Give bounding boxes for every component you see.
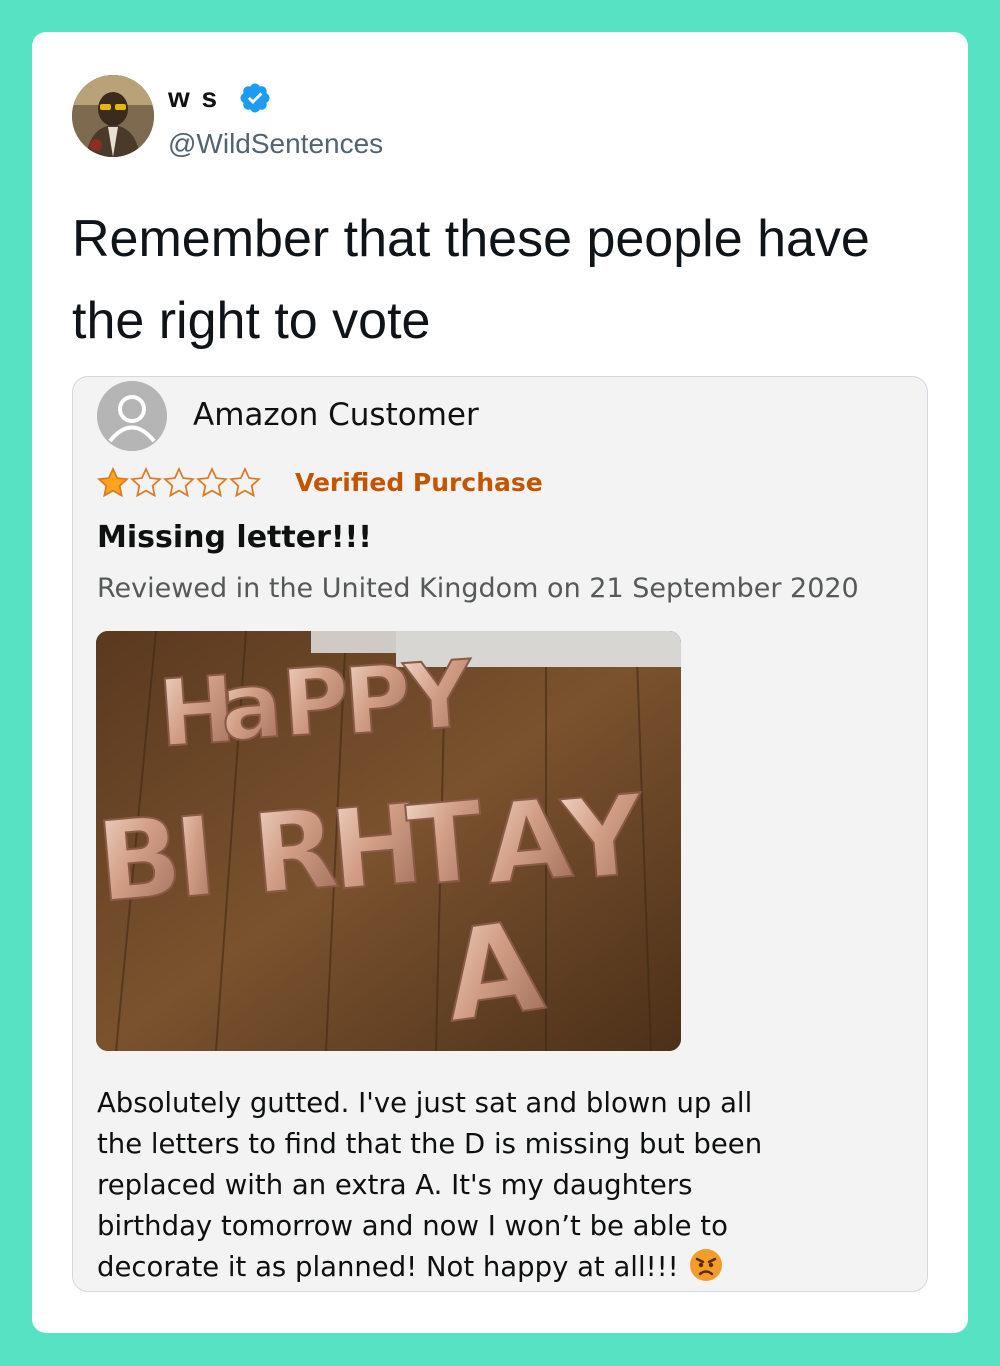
star-empty-icon: [130, 467, 162, 498]
display-name[interactable]: w s: [168, 82, 219, 114]
verified-purchase-label: Verified Purchase: [295, 468, 543, 497]
avatar-image: [72, 75, 154, 157]
balloon-letter: A: [435, 894, 551, 1051]
balloon-letter: a: [217, 651, 286, 762]
reviewer-name: Amazon Customer: [193, 397, 479, 433]
verified-badge-icon: [240, 83, 270, 113]
balloon-letter: T: [403, 777, 489, 911]
review-body-text: Absolutely gutted. I've just sat and blo…: [97, 1087, 763, 1283]
balloon-letter: Y: [556, 770, 650, 905]
star-rating: [97, 467, 261, 499]
star-empty-icon: [163, 467, 195, 498]
balloon-letter: Y: [401, 641, 477, 753]
star-empty-icon: [196, 467, 228, 498]
review-body: Absolutely gutted. I've just sat and blo…: [97, 1083, 797, 1288]
tweet-card: w s @WildSentences Remember that these p…: [32, 32, 968, 1333]
review-screenshot: Amazon Customer Verified Purchase Missin…: [72, 376, 928, 1292]
review-meta: Reviewed in the United Kingdom on 21 Sep…: [97, 573, 859, 604]
review-title: Missing letter!!!: [97, 520, 372, 555]
user-handle[interactable]: @WildSentences: [168, 128, 383, 160]
user-avatar[interactable]: [72, 75, 154, 157]
star-filled-icon: [97, 467, 129, 498]
tweet-text: Remember that these people have the righ…: [72, 210, 870, 350]
angry-face-icon: [689, 1249, 722, 1281]
default-profile-icon: [97, 381, 167, 451]
review-photo[interactable]: HaPPYBIRHTAYA: [96, 631, 681, 1051]
star-empty-icon: [229, 467, 261, 498]
